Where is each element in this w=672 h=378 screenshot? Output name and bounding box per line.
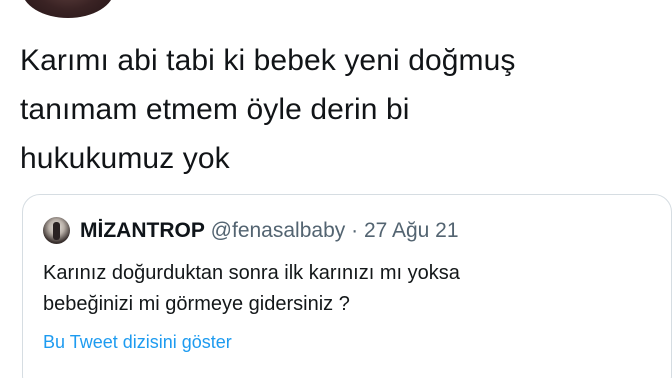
quoted-tweet-header: MİZANTROP @fenasalbaby · 27 Ağu 21 (80, 218, 459, 244)
tweet-text-line: tanımam etmem öyle derin bi (20, 93, 410, 126)
author-avatar[interactable] (22, 0, 114, 18)
quoted-author-handle[interactable]: @fenasalbaby (211, 219, 346, 242)
quoted-tweet-text-line: Karınız doğurduktan sonra ilk karınızı m… (43, 262, 460, 284)
tweet-text: Karımı abi tabi ki bebek yeni doğmuş tan… (20, 36, 660, 183)
header-separator: · (351, 219, 359, 242)
quoted-tweet-card[interactable]: MİZANTROP @fenasalbaby · 27 Ağu 21 Karın… (22, 194, 672, 378)
tweet-text-line: Karımı abi tabi ki bebek yeni doğmuş (20, 44, 516, 77)
quoted-author-name[interactable]: MİZANTROP (80, 219, 205, 242)
quoted-tweet-date[interactable]: 27 Ağu 21 (364, 219, 459, 242)
tweet-text-line: hukukumuz yok (20, 142, 230, 175)
show-thread-link[interactable]: Bu Tweet dizisini göster (43, 332, 232, 353)
quoted-tweet-text: Karınız doğurduktan sonra ilk karınızı m… (43, 258, 653, 320)
quoted-tweet-text-line: bebeğinizi mi görmeye gidersiniz ? (43, 293, 350, 315)
quoted-author-avatar[interactable] (43, 217, 70, 244)
tweet-screenshot: Karımı abi tabi ki bebek yeni doğmuş tan… (0, 0, 672, 378)
